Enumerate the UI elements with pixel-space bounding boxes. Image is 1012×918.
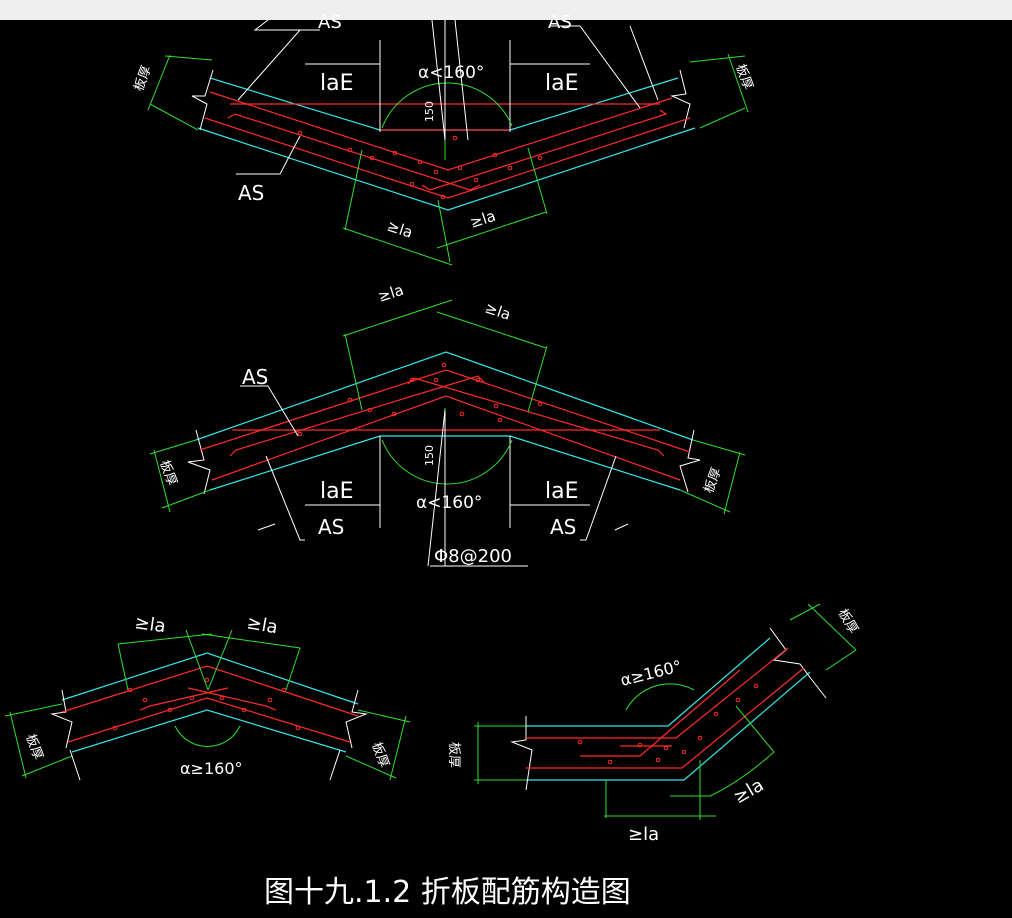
d2-thickness-right: 板厚 — [702, 466, 725, 496]
d2-la-left: ≥la — [376, 281, 406, 306]
d2-as-right: AS — [550, 515, 576, 539]
diagram-2 — [149, 299, 746, 567]
d2-rebar-spec: Φ8@200 — [434, 546, 512, 567]
d2-distribution-bars — [297, 362, 543, 437]
d1-as-top-right: AS — [548, 12, 572, 33]
d3-angle: α≥160° — [180, 759, 243, 778]
figure-caption: 图十九.1.2 折板配筋构造图 — [264, 875, 631, 910]
d1-la-right: ≥la — [468, 207, 498, 232]
d1-lae-right: laE — [545, 71, 579, 96]
d1-as-top-left: AS — [318, 12, 342, 33]
d4-distribution-bars — [577, 683, 759, 765]
d2-lae-right: laE — [545, 479, 579, 504]
diagram-1 — [147, 19, 749, 266]
d2-as-left: AS — [318, 515, 344, 539]
d1-angle-arc — [381, 82, 513, 129]
d4-la-bottom: ≥la — [628, 824, 659, 845]
d2-la-right: ≥la — [483, 299, 513, 324]
d2-dim-150: 150 — [423, 445, 436, 466]
d3-thickness-right: 板厚 — [368, 740, 391, 770]
d1-lae-left: laE — [320, 71, 354, 96]
d2-as-upper: AS — [242, 365, 268, 389]
d1-thickness-left: 板厚 — [132, 64, 155, 94]
diagram-3 — [4, 629, 411, 781]
d4-thickness-left: 板厚 — [446, 742, 461, 768]
d3-thickness-left: 板厚 — [22, 732, 45, 762]
d1-angle: α<160° — [418, 63, 484, 83]
diagram-4 — [474, 603, 857, 820]
d1-dim-150: 150 — [423, 101, 436, 122]
labels: AS AS laE laE α<160° 150 AS ≥la ≥la 板厚 板… — [22, 12, 860, 845]
d4-angle: α≥160° — [618, 656, 683, 690]
d4-la-right: ≥la — [730, 775, 767, 809]
d4-thickness-right: 板厚 — [835, 607, 861, 637]
d1-la-left: ≥la — [385, 217, 415, 242]
d3-la-left: ≥la — [133, 612, 167, 637]
folded-plate-drawing: AS AS laE laE α<160° 150 AS ≥la ≥la 板厚 板… — [4, 12, 861, 910]
d1-break-left — [191, 69, 214, 131]
d1-as-bottom-left: AS — [238, 181, 264, 205]
d2-angle: α<160° — [416, 493, 482, 513]
d2-lae-left: laE — [320, 479, 354, 504]
d3-la-right: ≥la — [245, 612, 279, 638]
